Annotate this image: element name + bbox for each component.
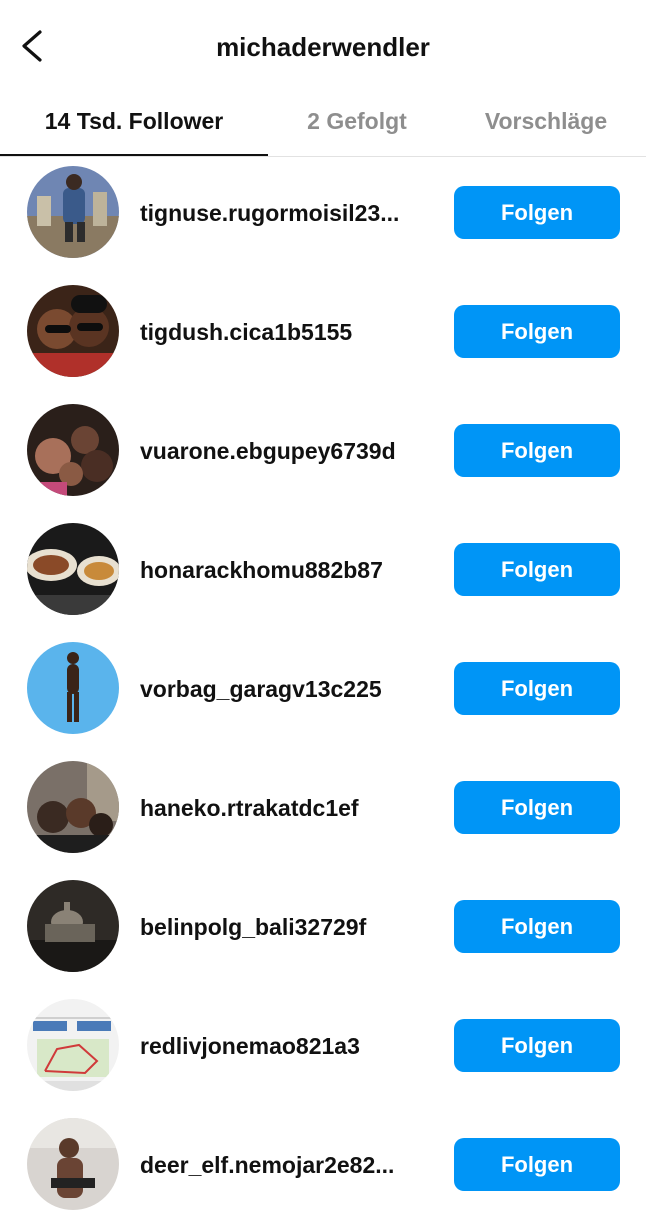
list-item: belinpolg_bali32729f Folgen xyxy=(0,871,646,990)
username[interactable]: haneko.rtrakatdc1ef xyxy=(140,795,440,822)
follow-button[interactable]: Folgen xyxy=(454,424,620,477)
follow-button[interactable]: Folgen xyxy=(454,781,620,834)
username[interactable]: belinpolg_bali32729f xyxy=(140,914,440,941)
list-item: tigdush.cica1b5155 Folgen xyxy=(0,276,646,395)
avatar[interactable] xyxy=(27,285,119,377)
avatar[interactable] xyxy=(27,999,119,1091)
follow-button[interactable]: Folgen xyxy=(454,186,620,239)
list-item: honarackhomu882b87 Folgen xyxy=(0,514,646,633)
avatar[interactable] xyxy=(27,880,119,972)
tab-followers[interactable]: 14 Tsd. Follower xyxy=(0,98,268,156)
page-title: michaderwendler xyxy=(216,32,430,62)
follow-button[interactable]: Folgen xyxy=(454,662,620,715)
username[interactable]: honarackhomu882b87 xyxy=(140,557,440,584)
tab-bar: 14 Tsd. Follower 2 Gefolgt Vorschläge xyxy=(0,98,646,157)
list-item: vuarone.ebgupey6739d Folgen xyxy=(0,395,646,514)
follow-button[interactable]: Folgen xyxy=(454,900,620,953)
list-item: deer_elf.nemojar2e82... Folgen xyxy=(0,1109,646,1228)
follow-button[interactable]: Folgen xyxy=(454,1019,620,1072)
username[interactable]: vuarone.ebgupey6739d xyxy=(140,438,440,465)
avatar[interactable] xyxy=(27,404,119,496)
username[interactable]: deer_elf.nemojar2e82... xyxy=(140,1152,440,1179)
follow-button[interactable]: Folgen xyxy=(454,543,620,596)
username[interactable]: redlivjonemao821a3 xyxy=(140,1033,440,1060)
list-item: redlivjonemao821a3 Folgen xyxy=(0,990,646,1109)
username[interactable]: tignuse.rugormoisil23... xyxy=(140,200,440,227)
follow-button[interactable]: Folgen xyxy=(454,1138,620,1191)
avatar[interactable] xyxy=(27,1118,119,1210)
list-item: haneko.rtrakatdc1ef Folgen xyxy=(0,752,646,871)
list-item: vorbag_garagv13c225 Folgen xyxy=(0,633,646,752)
avatar[interactable] xyxy=(27,166,119,258)
header: michaderwendler xyxy=(0,0,646,98)
username[interactable]: vorbag_garagv13c225 xyxy=(140,676,440,703)
tab-suggestions[interactable]: Vorschläge xyxy=(446,98,646,156)
avatar[interactable] xyxy=(27,642,119,734)
active-tab-indicator xyxy=(0,154,268,156)
username[interactable]: tigdush.cica1b5155 xyxy=(140,319,440,346)
follow-button[interactable]: Folgen xyxy=(454,305,620,358)
avatar[interactable] xyxy=(27,761,119,853)
list-item: tignuse.rugormoisil23... Folgen xyxy=(0,157,646,276)
avatar[interactable] xyxy=(27,523,119,615)
tab-following[interactable]: 2 Gefolgt xyxy=(268,98,446,156)
